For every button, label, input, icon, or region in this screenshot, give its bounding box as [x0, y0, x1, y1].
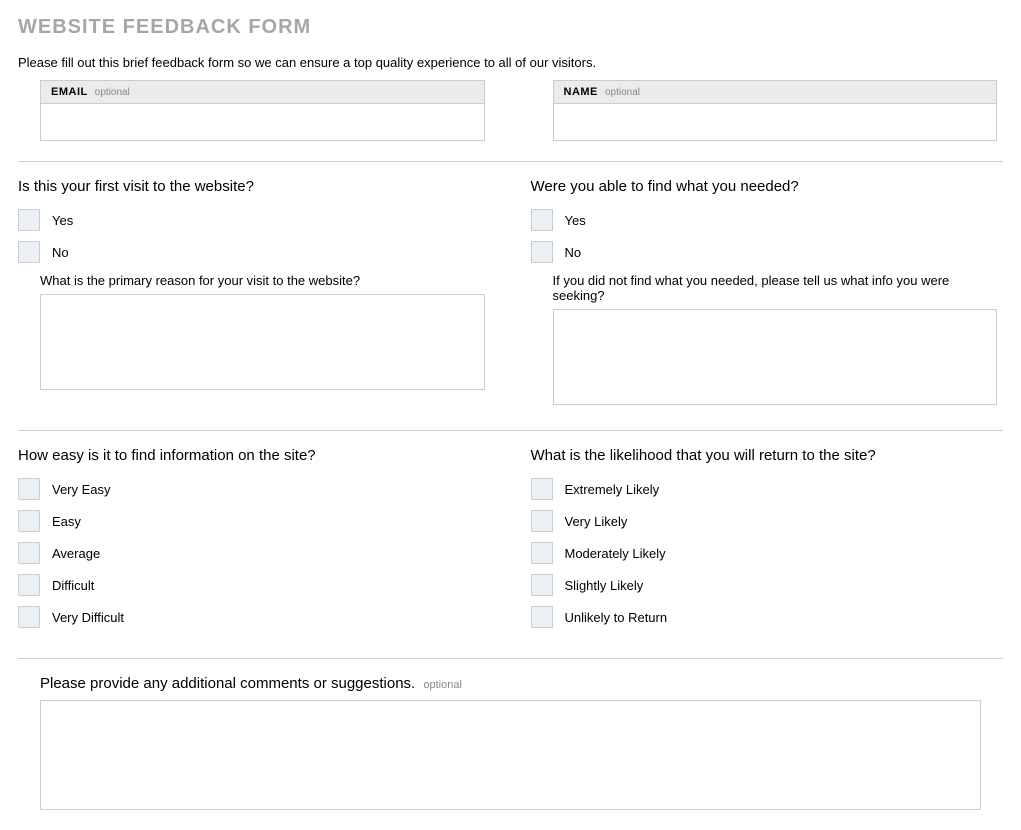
return-moderate-item: Moderately Likely: [531, 542, 1004, 564]
ease-very-easy-item: Very Easy: [18, 478, 491, 500]
find-needed-yes-item: Yes: [531, 209, 1004, 231]
find-needed-no-checkbox[interactable]: [531, 241, 553, 263]
return-extremely-item: Extremely Likely: [531, 478, 1004, 500]
name-hint: optional: [605, 87, 640, 98]
ease-average-label: Average: [52, 546, 100, 561]
not-found-textarea[interactable]: [553, 309, 998, 405]
ease-easy-label: Easy: [52, 514, 81, 529]
name-field-group: NAME optional: [553, 80, 998, 141]
first-visit-no-label: No: [52, 245, 69, 260]
return-extremely-checkbox[interactable]: [531, 478, 553, 500]
return-unlikely-checkbox[interactable]: [531, 606, 553, 628]
find-needed-no-item: No: [531, 241, 1004, 263]
first-visit-yes-item: Yes: [18, 209, 491, 231]
ease-average-checkbox[interactable]: [18, 542, 40, 564]
email-input[interactable]: [40, 103, 485, 141]
comments-textarea[interactable]: [40, 700, 981, 810]
comments-hint: optional: [423, 679, 462, 691]
return-slightly-checkbox[interactable]: [531, 574, 553, 596]
ease-easy-item: Easy: [18, 510, 491, 532]
ease-very-easy-label: Very Easy: [52, 482, 111, 497]
ease-difficult-item: Difficult: [18, 574, 491, 596]
return-unlikely-label: Unlikely to Return: [565, 610, 668, 625]
return-question: What is the likelihood that you will ret…: [531, 447, 1004, 464]
email-label: EMAIL: [51, 86, 88, 98]
find-needed-yes-checkbox[interactable]: [531, 209, 553, 231]
ease-very-difficult-checkbox[interactable]: [18, 606, 40, 628]
form-title: WEBSITE FEEDBACK FORM: [18, 16, 1003, 39]
first-visit-yes-label: Yes: [52, 213, 73, 228]
comments-text: Please provide any additional comments o…: [40, 675, 415, 692]
return-extremely-label: Extremely Likely: [565, 482, 660, 497]
ease-average-item: Average: [18, 542, 491, 564]
return-slightly-item: Slightly Likely: [531, 574, 1004, 596]
return-very-label: Very Likely: [565, 514, 628, 529]
primary-reason-textarea[interactable]: [40, 294, 485, 390]
email-header: EMAIL optional: [40, 80, 485, 103]
name-header: NAME optional: [553, 80, 998, 103]
section-divider: [18, 430, 1003, 431]
return-moderate-checkbox[interactable]: [531, 542, 553, 564]
email-hint: optional: [95, 87, 130, 98]
first-visit-no-item: No: [18, 241, 491, 263]
first-visit-question: Is this your first visit to the website?: [18, 178, 491, 195]
primary-reason-subquestion: What is the primary reason for your visi…: [40, 273, 491, 288]
ease-difficult-label: Difficult: [52, 578, 94, 593]
first-visit-yes-checkbox[interactable]: [18, 209, 40, 231]
return-very-item: Very Likely: [531, 510, 1004, 532]
name-input[interactable]: [553, 103, 998, 141]
return-unlikely-item: Unlikely to Return: [531, 606, 1004, 628]
section-divider: [18, 658, 1003, 659]
find-needed-question: Were you able to find what you needed?: [531, 178, 1004, 195]
comments-label: Please provide any additional comments o…: [40, 675, 1003, 692]
name-label: NAME: [564, 86, 598, 98]
ease-very-easy-checkbox[interactable]: [18, 478, 40, 500]
intro-text: Please fill out this brief feedback form…: [18, 55, 1003, 70]
return-slightly-label: Slightly Likely: [565, 578, 644, 593]
section-divider: [18, 161, 1003, 162]
return-very-checkbox[interactable]: [531, 510, 553, 532]
ease-very-difficult-label: Very Difficult: [52, 610, 124, 625]
ease-difficult-checkbox[interactable]: [18, 574, 40, 596]
return-moderate-label: Moderately Likely: [565, 546, 666, 561]
ease-very-difficult-item: Very Difficult: [18, 606, 491, 628]
email-field-group: EMAIL optional: [40, 80, 485, 141]
not-found-subquestion: If you did not find what you needed, ple…: [553, 273, 1004, 303]
find-needed-yes-label: Yes: [565, 213, 586, 228]
first-visit-no-checkbox[interactable]: [18, 241, 40, 263]
ease-easy-checkbox[interactable]: [18, 510, 40, 532]
find-needed-no-label: No: [565, 245, 582, 260]
ease-question: How easy is it to find information on th…: [18, 447, 491, 464]
